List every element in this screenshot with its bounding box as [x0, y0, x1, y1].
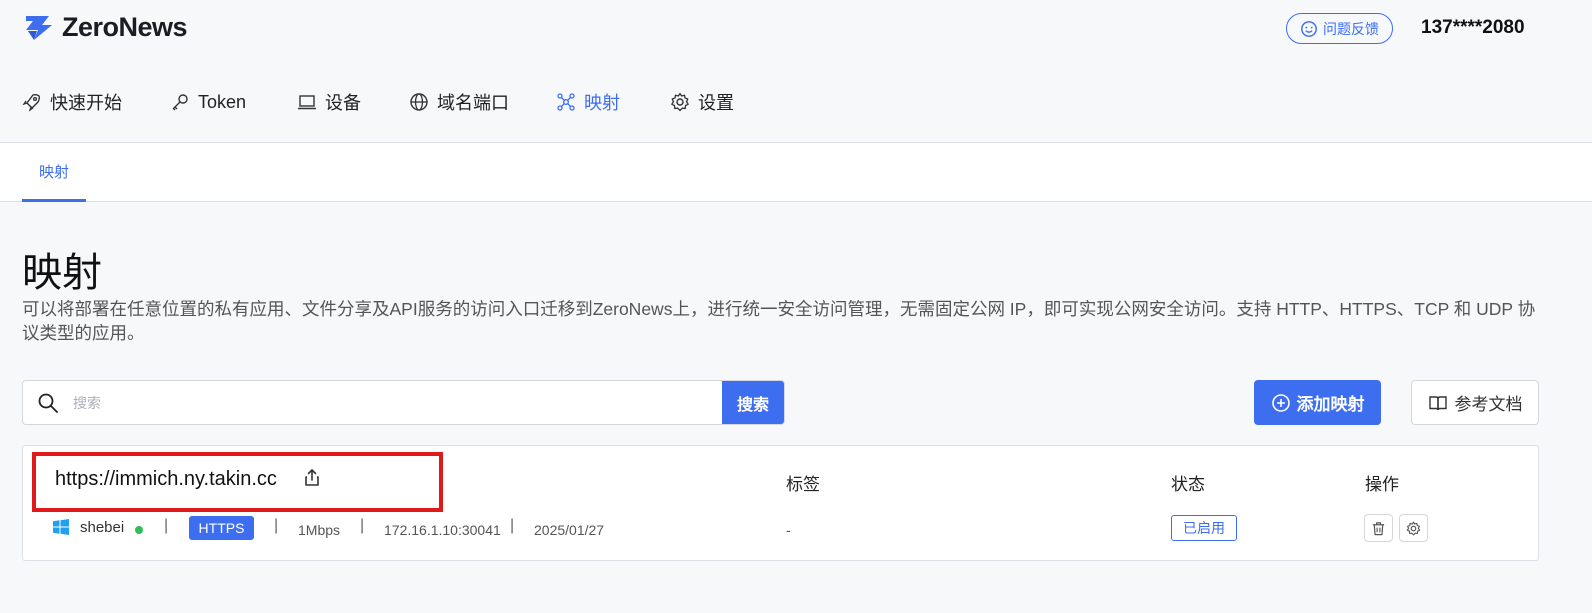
top-bar: ZeroNews 问题反馈 137****2080 快速开始 Token 设备 …	[0, 0, 1592, 143]
trash-icon	[1372, 521, 1385, 535]
online-status-dot	[135, 526, 143, 534]
column-header-ops: 操作	[1365, 475, 1399, 494]
column-header-tags: 标签	[786, 475, 820, 494]
settings-button[interactable]	[1399, 514, 1428, 542]
key-icon	[172, 94, 188, 111]
search-input[interactable]	[73, 381, 722, 424]
nav-item-mapping[interactable]: 映射	[556, 88, 670, 116]
nav-item-settings[interactable]: 设置	[670, 88, 770, 116]
protocol-badge: HTTPS	[189, 516, 254, 540]
tab-mapping[interactable]: 映射	[22, 143, 86, 202]
mapping-card: https://immich.ny.takin.cc 标签 状态 操作 sheb…	[22, 445, 1539, 561]
page-description: 可以将部署在任意位置的私有应用、文件分享及API服务的访问入口迁移到ZeroNe…	[22, 299, 1536, 343]
nav-label: 映射	[584, 93, 620, 113]
user-account[interactable]: 137****2080	[1421, 17, 1525, 39]
local-address: 172.16.1.10:30041	[384, 522, 501, 538]
search-bar: 搜索	[22, 380, 785, 425]
nav-label: 域名端口	[437, 93, 509, 113]
nav-item-domains[interactable]: 域名端口	[409, 88, 556, 116]
nav-label: 设置	[698, 93, 734, 113]
book-icon	[1428, 395, 1447, 410]
rocket-icon	[22, 94, 40, 112]
smile-icon	[1301, 20, 1317, 37]
status-badge[interactable]: 已启用	[1171, 515, 1237, 541]
add-mapping-button[interactable]: 添加映射	[1254, 380, 1381, 425]
share-icon[interactable]	[303, 468, 321, 488]
laptop-icon	[298, 95, 316, 110]
separator: |	[360, 517, 365, 534]
add-mapping-label: 添加映射	[1296, 395, 1365, 414]
main-nav: 快速开始 Token 设备 域名端口 映射 设置	[22, 88, 770, 116]
docs-label: 参考文档	[1454, 395, 1523, 414]
separator: |	[164, 517, 169, 534]
nav-item-quick-start[interactable]: 快速开始	[22, 88, 170, 116]
sub-tab-bar: 映射	[0, 143, 1592, 202]
zeronews-logo-icon	[26, 15, 52, 40]
docs-button[interactable]: 参考文档	[1411, 380, 1539, 425]
search-button[interactable]: 搜索	[722, 381, 784, 424]
page-title: 映射	[22, 251, 102, 295]
tags-value: -	[786, 522, 791, 538]
feedback-button[interactable]: 问题反馈	[1286, 13, 1393, 44]
feedback-label: 问题反馈	[1323, 20, 1379, 37]
brand-name: ZeroNews	[62, 12, 188, 42]
brand-logo[interactable]: ZeroNews	[22, 12, 188, 43]
mapping-icon	[557, 93, 575, 111]
nav-label: 设备	[325, 93, 361, 113]
plus-circle-icon	[1271, 393, 1290, 412]
windows-icon	[53, 519, 69, 535]
separator: |	[274, 517, 279, 534]
nav-item-devices[interactable]: 设备	[297, 88, 409, 116]
search-icon	[23, 381, 73, 424]
nav-label: 快速开始	[50, 93, 122, 113]
device-name: shebei	[80, 519, 125, 536]
column-header-status: 状态	[1171, 475, 1205, 494]
delete-button[interactable]	[1364, 514, 1393, 542]
separator: |	[510, 517, 515, 534]
gear-icon	[671, 92, 689, 112]
gear-icon	[1406, 521, 1421, 535]
bandwidth-value: 1Mbps	[298, 522, 341, 538]
created-date: 2025/01/27	[534, 522, 605, 538]
globe-icon	[410, 93, 428, 111]
nav-label: Token	[198, 91, 247, 112]
mapping-url-link[interactable]: https://immich.ny.takin.cc	[55, 468, 277, 491]
nav-item-token[interactable]: Token	[170, 88, 297, 116]
